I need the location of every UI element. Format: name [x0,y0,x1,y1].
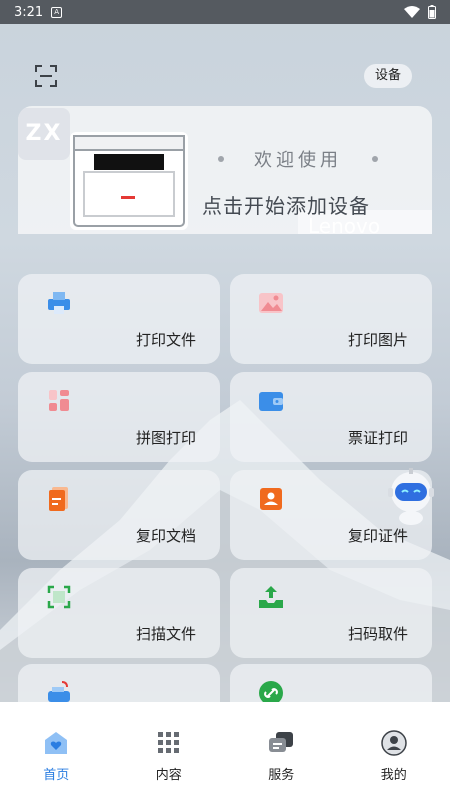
home-heart-icon [45,732,68,754]
bottom-tab-bar: 首页 内容 服务 我的 [0,702,450,802]
feature-label: 复印文档 [135,527,196,545]
tab-mine[interactable]: 我的 [338,702,450,802]
welcome-dot-left [218,156,224,162]
tab-content[interactable]: 内容 [113,702,226,802]
feature-label: 扫码取件 [347,625,408,643]
tab-home[interactable]: 首页 [0,702,113,802]
welcome-text: 欢迎使用 [254,150,342,171]
tray-upload-icon [259,586,283,608]
feature-label: 扫描文件 [135,625,196,643]
welcome-row: 欢迎使用 [218,146,378,172]
feature-label: 票证打印 [347,429,408,447]
feature-label: 打印文件 [135,331,196,349]
wifi-icon [404,6,420,18]
chat-icon [269,732,294,752]
wallet-icon [259,392,283,411]
welcome-dot-right [372,156,378,162]
feature-scan-file[interactable]: 扫描文件 [18,568,220,658]
feature-print-image[interactable]: 打印图片 [230,274,432,364]
document-icon [49,487,68,511]
zx-badge: ZX [18,108,70,160]
status-bar: 3:21 A [0,0,450,24]
tab-service[interactable]: 服务 [225,702,338,802]
notification-icon: A [51,6,63,18]
feature-label: 拼图打印 [135,429,196,447]
robot-assistant-icon[interactable] [386,468,436,526]
add-device-card[interactable]: ZX Lenovo 欢迎使用 点击开始添加设备 [18,106,432,234]
tab-label: 内容 [155,768,182,783]
tab-label: 我的 [380,768,407,783]
status-right [404,5,436,19]
feature-ticket-print[interactable]: 票证打印 [230,372,432,462]
printer-illustration [70,132,188,230]
tab-label: 首页 [43,768,70,783]
feature-scan-code-pickup[interactable]: 扫码取件 [230,568,432,658]
print-file-icon [48,292,70,314]
feature-copy-document[interactable]: 复印文档 [18,470,220,560]
feature-label: 复印证件 [347,527,408,545]
feature-collage-print[interactable]: 拼图打印 [18,372,220,462]
device-button[interactable]: 设备 [364,64,412,88]
grid-icon [157,732,179,753]
add-device-text: 点击开始添加设备 [202,194,370,218]
status-time: 3:21 [14,4,44,20]
collage-icon [49,390,69,411]
image-icon [259,293,283,313]
id-card-icon [260,488,282,510]
feature-print-file[interactable]: 打印文件 [18,274,220,364]
profile-icon [381,730,407,756]
scan-frame-icon [47,585,71,609]
scan-icon[interactable] [34,64,58,88]
tab-label: 服务 [268,768,295,783]
battery-icon [428,5,436,19]
feature-label: 打印图片 [347,331,408,349]
